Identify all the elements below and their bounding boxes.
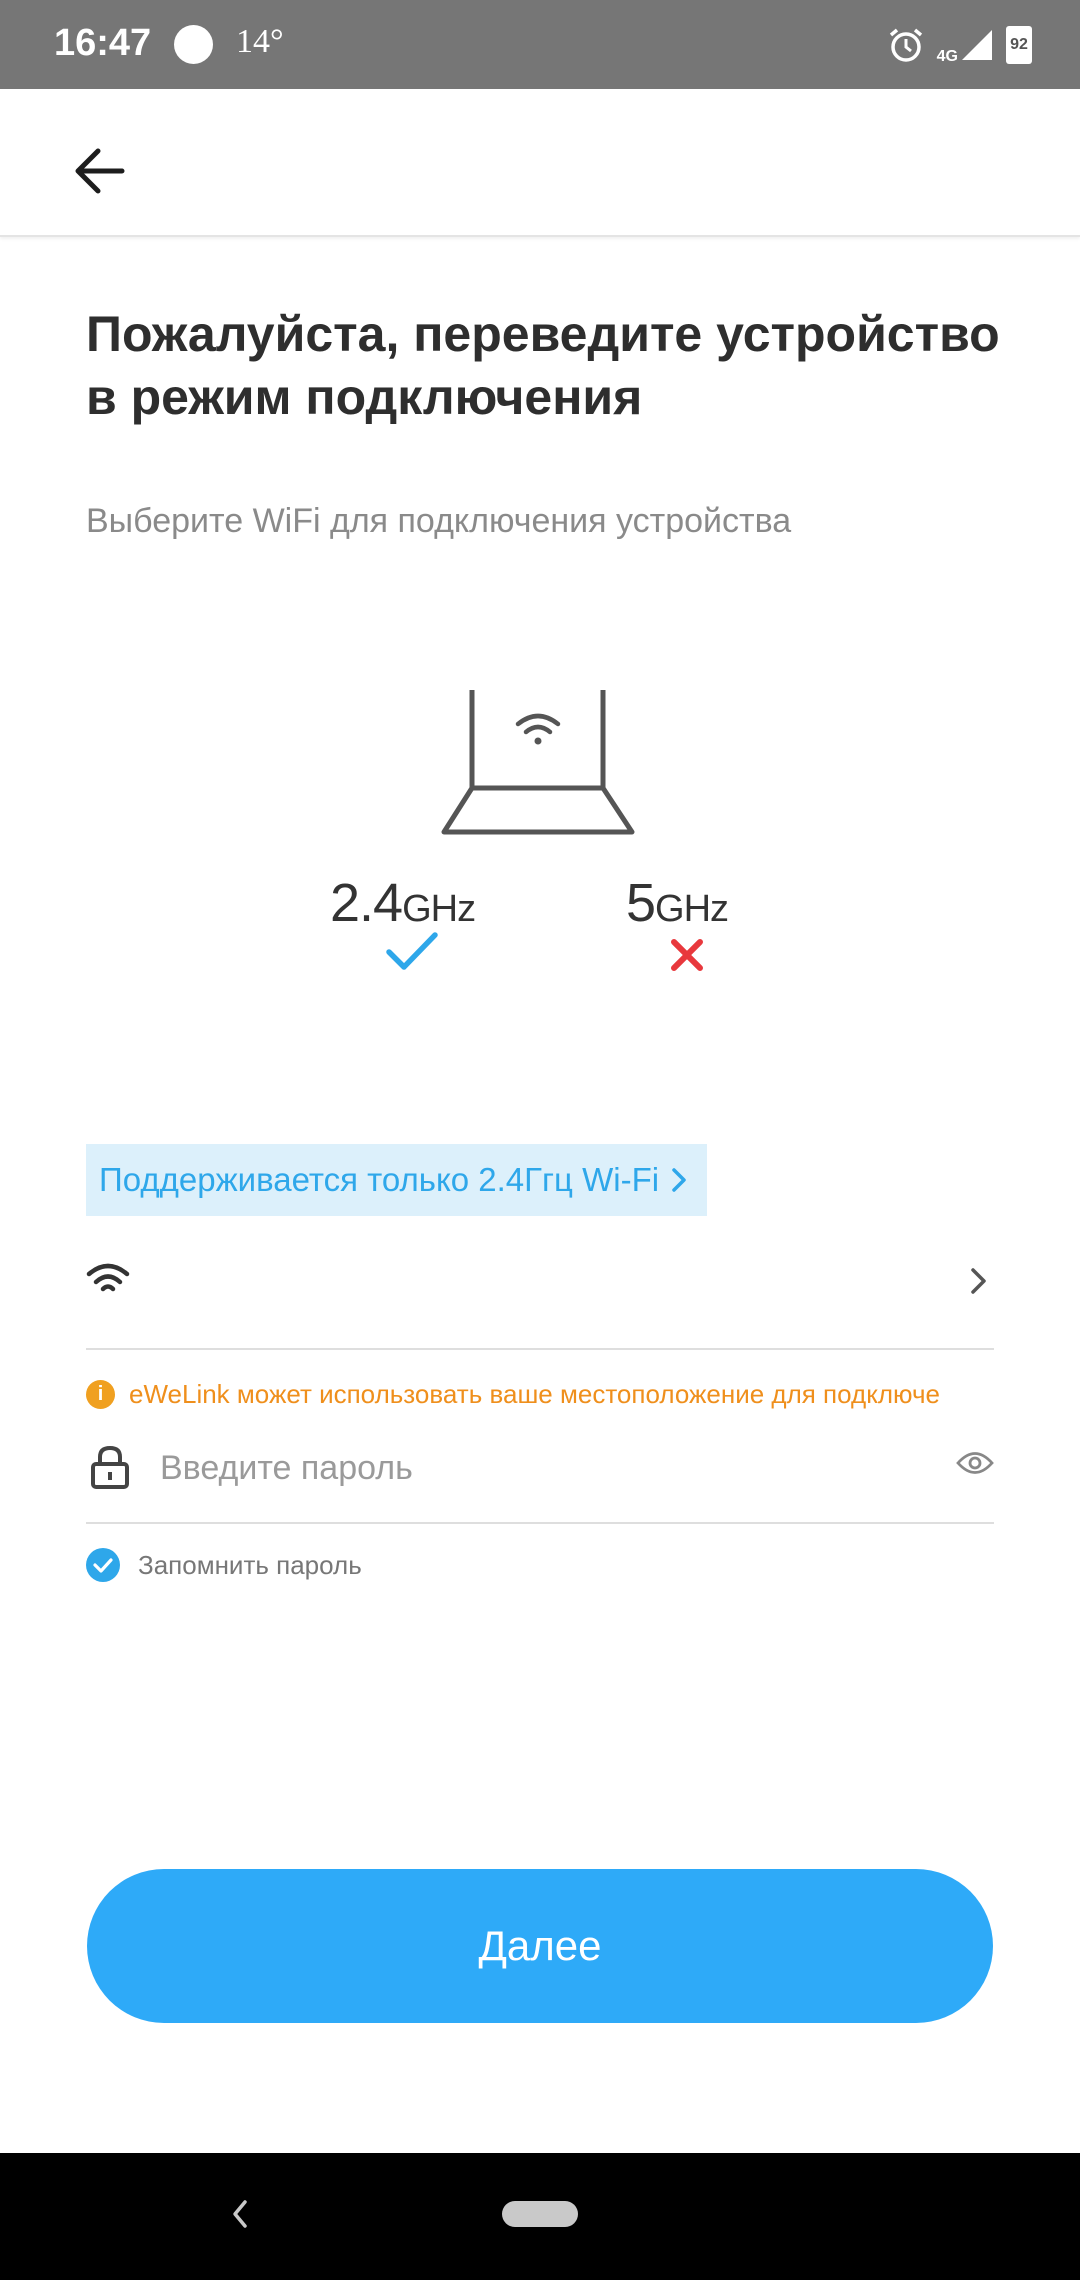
app-bar bbox=[0, 89, 1080, 237]
battery-icon: 92 bbox=[1006, 26, 1032, 64]
password-row bbox=[86, 1422, 994, 1524]
nav-back-icon[interactable] bbox=[230, 2197, 250, 2231]
check-icon bbox=[386, 932, 438, 970]
wifi-network-selector[interactable] bbox=[86, 1240, 994, 1350]
only-2-4ghz-banner[interactable]: Поддерживается только 2.4Ггц Wi-Fi bbox=[86, 1144, 708, 1216]
wifi-icon bbox=[86, 1263, 130, 1292]
system-nav-bar bbox=[0, 2153, 1080, 2280]
band-2-4ghz-label: 2.4GHz bbox=[330, 872, 476, 934]
band-2-4ghz-value: 2.4 bbox=[330, 873, 403, 933]
banner-text: Поддерживается только 2.4Ггц Wi-Fi bbox=[99, 1161, 660, 1198]
status-temperature: 14° bbox=[236, 23, 284, 60]
location-warning: i eWeLink может использовать ваше местоп… bbox=[86, 1376, 996, 1412]
location-warning-text: eWeLink может использовать ваше местопол… bbox=[129, 1378, 940, 1409]
status-time: 16:47 bbox=[54, 22, 152, 64]
remember-password-checkbox[interactable]: Запомнить пароль bbox=[86, 1548, 362, 1582]
lock-icon bbox=[91, 1445, 129, 1489]
band-2-4ghz-unit: GHz bbox=[402, 888, 476, 930]
page-title: Пожалуйста, переведите устройство в режи… bbox=[86, 306, 1000, 425]
chevron-right-icon bbox=[672, 1168, 686, 1192]
chevron-right-icon bbox=[971, 1268, 986, 1294]
signal-icon bbox=[962, 30, 992, 60]
notification-dot-icon bbox=[174, 25, 213, 64]
router-illustration-icon bbox=[441, 690, 635, 835]
password-input[interactable] bbox=[160, 1434, 880, 1502]
cross-icon bbox=[671, 939, 703, 971]
band-5ghz-unit: GHz bbox=[655, 888, 729, 930]
checkbox-checked-icon bbox=[86, 1548, 120, 1582]
page-subtitle: Выберите WiFi для подключения устройства bbox=[86, 502, 792, 540]
band-5ghz-value: 5 bbox=[626, 873, 656, 933]
band-5ghz-label: 5GHz bbox=[626, 872, 729, 934]
status-bar: 16:47 14° 4G 92 bbox=[0, 0, 1080, 89]
network-type: 4G bbox=[936, 48, 958, 65]
info-warning-icon: i bbox=[86, 1379, 115, 1409]
status-icons: 4G 92 bbox=[887, 24, 1032, 66]
eye-icon[interactable] bbox=[956, 1450, 994, 1476]
alarm-icon bbox=[889, 28, 922, 62]
nav-home-pill[interactable] bbox=[502, 2201, 578, 2227]
next-button[interactable]: Далее bbox=[87, 1869, 993, 2023]
back-arrow-icon[interactable] bbox=[60, 129, 144, 213]
remember-password-label: Запомнить пароль bbox=[138, 1549, 362, 1580]
check-icon bbox=[93, 1558, 113, 1573]
battery-level: 92 bbox=[1010, 36, 1028, 53]
